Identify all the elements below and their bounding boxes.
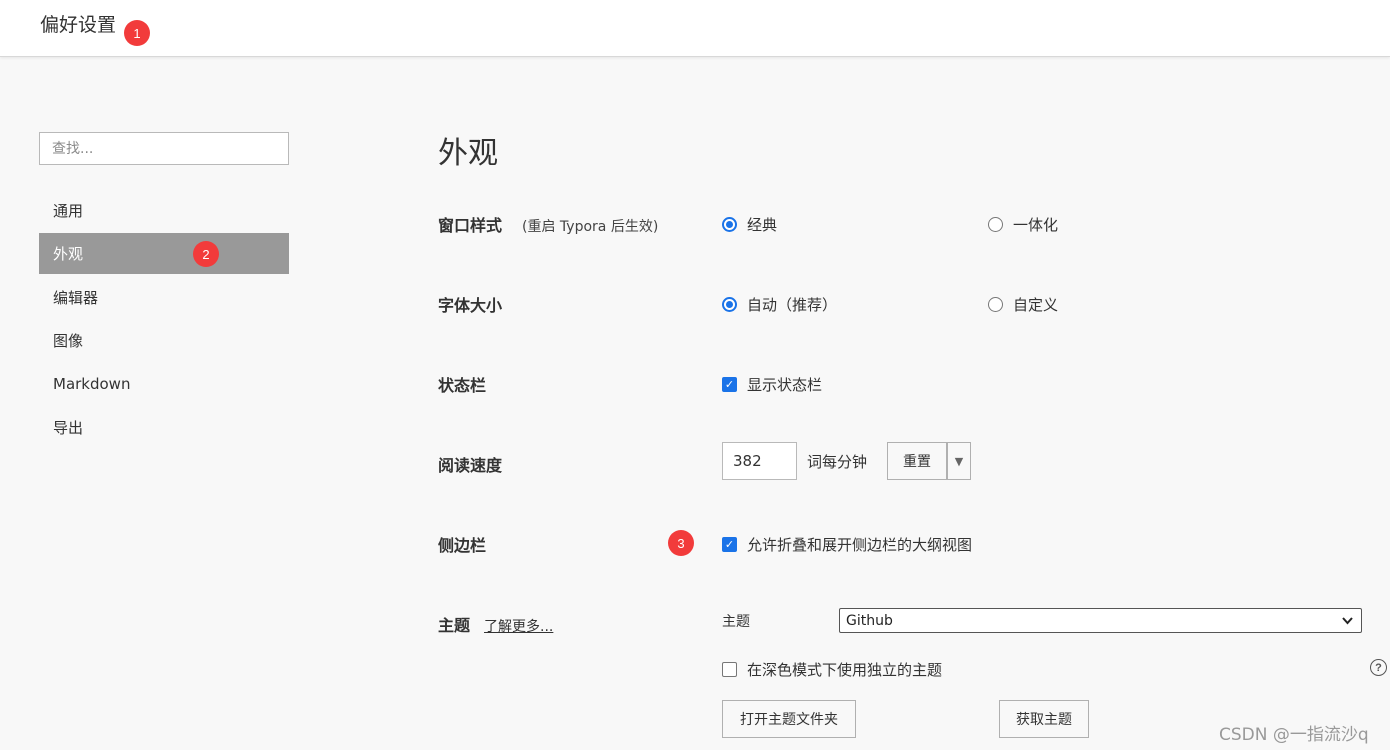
window-style-unified-radio[interactable]: 一体化 xyxy=(988,214,1058,235)
annotation-marker-3: 3 xyxy=(668,530,694,556)
sidebar-item-appearance[interactable]: 外观 xyxy=(39,233,289,275)
page-title: 外观 xyxy=(438,136,498,171)
sidebar-item-image[interactable]: 图像 xyxy=(39,320,289,361)
sidebar-item-label: 外观 xyxy=(53,245,84,264)
checkbox-label: 在深色模式下使用独立的主题 xyxy=(747,661,943,679)
checkbox-icon xyxy=(722,662,737,677)
status-bar-label: 状态栏 xyxy=(438,376,487,395)
help-icon[interactable]: ? xyxy=(1370,659,1387,676)
dark-mode-theme-checkbox[interactable]: 在深色模式下使用独立的主题 xyxy=(722,659,942,680)
checkbox-label: 显示状态栏 xyxy=(747,376,823,394)
radio-label: 自定义 xyxy=(1013,296,1059,314)
checkbox-label: 允许折叠和展开侧边栏的大纲视图 xyxy=(747,536,973,554)
window-title: 偏好设置 xyxy=(40,14,117,36)
radio-selected-icon xyxy=(722,217,737,232)
sidebar-item-editor[interactable]: 编辑器 xyxy=(39,277,289,318)
theme-label: 主题 了解更多... xyxy=(438,616,554,635)
sidebar-setting-label: 侧边栏 xyxy=(438,536,487,555)
checkmark-icon: ✓ xyxy=(722,537,737,552)
font-size-label: 字体大小 xyxy=(438,296,503,315)
reading-speed-input[interactable] xyxy=(722,442,797,480)
title-bar: 偏好设置 xyxy=(0,0,1390,57)
theme-select[interactable]: Github xyxy=(839,608,1362,633)
chevron-down-icon xyxy=(1342,617,1353,625)
sidebar-item-label: Markdown xyxy=(53,375,131,394)
window-style-classic-radio[interactable]: 经典 xyxy=(722,214,777,235)
radio-label: 自动（推荐） xyxy=(747,296,838,314)
open-theme-folder-button[interactable]: 打开主题文件夹 xyxy=(722,700,856,738)
sidebar-nav: 通用 外观 编辑器 图像 Markdown 导出 xyxy=(39,190,289,450)
sidebar-item-markdown[interactable]: Markdown xyxy=(39,364,289,405)
font-size-auto-radio[interactable]: 自动（推荐） xyxy=(722,294,837,315)
reset-dropdown-chevron-icon[interactable]: ▼ xyxy=(947,442,971,480)
sidebar-item-export[interactable]: 导出 xyxy=(39,407,289,448)
radio-icon xyxy=(988,217,1003,232)
sidebar-item-general[interactable]: 通用 xyxy=(39,190,289,231)
reading-speed-label: 阅读速度 xyxy=(438,456,503,475)
reset-button[interactable]: 重置 xyxy=(887,442,947,480)
learn-more-link[interactable]: 了解更多... xyxy=(484,619,553,635)
font-size-custom-radio[interactable]: 自定义 xyxy=(988,294,1058,315)
watermark: CSDN @一指流沙q xyxy=(1219,725,1369,745)
get-themes-button[interactable]: 获取主题 xyxy=(999,700,1089,738)
theme-select-value: Github xyxy=(846,612,893,629)
radio-label: 经典 xyxy=(747,216,778,234)
reading-speed-unit: 词每分钟 xyxy=(807,453,868,471)
radio-selected-icon xyxy=(722,297,737,312)
checkmark-icon: ✓ xyxy=(722,377,737,392)
sidebar-item-label: 导出 xyxy=(53,418,84,437)
annotation-marker-2: 2 xyxy=(193,241,219,267)
window-style-label: 窗口样式 (重启 Typora 后生效) xyxy=(438,216,659,235)
radio-label: 一体化 xyxy=(1013,216,1059,234)
theme-select-label: 主题 xyxy=(722,614,750,630)
allow-outline-collapse-checkbox[interactable]: ✓ 允许折叠和展开侧边栏的大纲视图 xyxy=(722,534,972,555)
annotation-marker-1: 1 xyxy=(124,20,150,46)
window-style-note: (重启 Typora 后生效) xyxy=(522,219,659,235)
radio-icon xyxy=(988,297,1003,312)
sidebar-item-label: 通用 xyxy=(53,202,84,220)
sidebar-item-label: 图像 xyxy=(53,332,84,351)
sidebar-item-label: 编辑器 xyxy=(53,288,99,307)
show-status-bar-checkbox[interactable]: ✓ 显示状态栏 xyxy=(722,374,822,395)
search-input[interactable] xyxy=(39,132,289,165)
